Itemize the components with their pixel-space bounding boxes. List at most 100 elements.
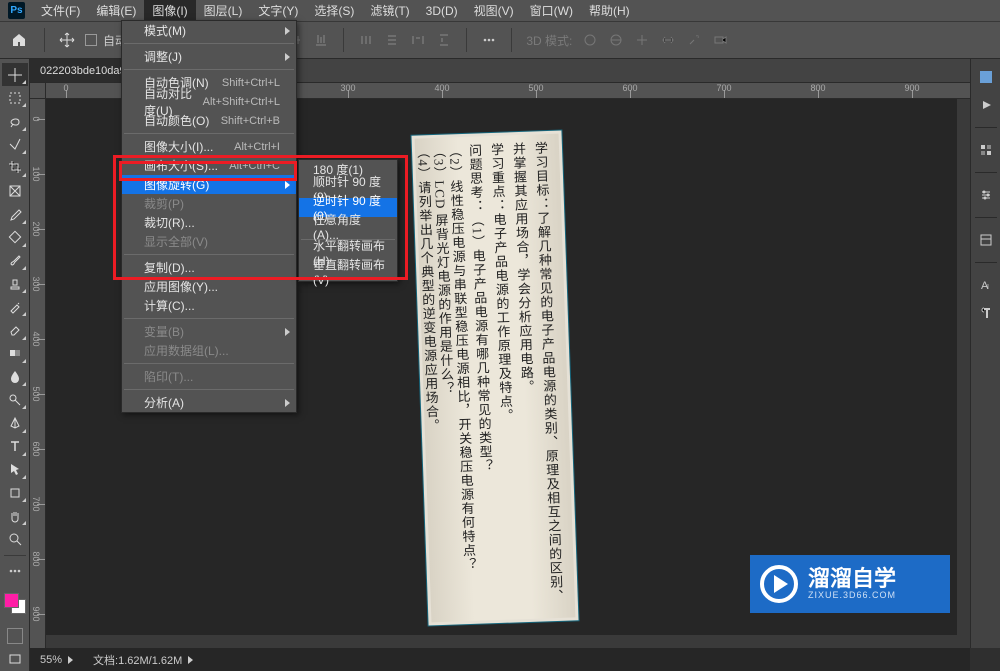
panel-swatches-icon[interactable] [974, 138, 998, 162]
horizontal-scrollbar[interactable] [46, 635, 970, 648]
chevron-right-icon [188, 656, 193, 664]
menu-help[interactable]: 帮助(H) [581, 0, 638, 22]
eraser-tool[interactable] [2, 318, 28, 341]
menu-file[interactable]: 文件(F) [33, 0, 88, 22]
menu-item-shortcut: Alt+Ctrl+I [234, 141, 280, 153]
menu-item-label: 显示全部(V) [144, 233, 208, 250]
path-select-tool[interactable] [2, 458, 28, 481]
menu-edit[interactable]: 编辑(E) [88, 0, 144, 22]
menu-item-A[interactable]: 分析(A) [122, 393, 296, 412]
zoom-3d-icon[interactable] [686, 32, 702, 48]
menu-item-label: 调整(J) [144, 48, 182, 65]
zoom-level[interactable]: 55% [40, 654, 73, 666]
menu-image[interactable]: 图像(I) [144, 0, 195, 22]
menu-item-O[interactable]: 自动颜色(O)Shift+Ctrl+B [122, 111, 296, 130]
distribute-h-icon[interactable] [358, 32, 374, 48]
pen-tool[interactable] [2, 411, 28, 434]
menu-item-J[interactable]: 调整(J) [122, 47, 296, 66]
menu-item-label: 图像旋转(G) [144, 176, 209, 193]
panel-libraries-icon[interactable] [974, 228, 998, 252]
gradient-tool[interactable] [2, 342, 28, 365]
menu-item-S[interactable]: 画布大小(S)...Alt+Ctrl+C [122, 156, 296, 175]
stamp-tool[interactable] [2, 272, 28, 295]
menu-item-D[interactable]: 复制(D)... [122, 258, 296, 277]
move-tool[interactable] [2, 63, 28, 86]
blur-tool[interactable] [2, 365, 28, 388]
quick-mask-toggle[interactable] [7, 628, 23, 644]
crop-tool[interactable] [2, 156, 28, 179]
slide-3d-icon[interactable] [660, 32, 676, 48]
history-brush-tool[interactable] [2, 295, 28, 318]
watermark-badge: 溜溜自学 ZIXUE.3D66.COM [750, 555, 950, 613]
document-info[interactable]: 文档:1.62M/1.62M [93, 652, 193, 668]
lasso-tool[interactable] [2, 109, 28, 132]
menu-item-V: 显示全部(V) [122, 232, 296, 251]
fg-color-swatch[interactable] [4, 593, 19, 608]
watermark-subtitle: ZIXUE.3D66.COM [808, 590, 896, 600]
panel-color-icon[interactable] [974, 65, 998, 89]
panel-adjustments-icon[interactable] [974, 183, 998, 207]
tools-panel [0, 59, 30, 671]
menu-select[interactable]: 选择(S) [306, 0, 362, 22]
watermark-title: 溜溜自学 [808, 568, 896, 590]
healing-tool[interactable] [2, 226, 28, 249]
shape-tool[interactable] [2, 481, 28, 504]
menu-item-label: 变量(B) [144, 323, 184, 340]
brush-tool[interactable] [2, 249, 28, 272]
menu-view[interactable]: 视图(V) [466, 0, 522, 22]
submenu-arrow-icon [285, 27, 290, 35]
chevron-right-icon [68, 656, 73, 664]
menu-item-P: 裁剪(P) [122, 194, 296, 213]
frame-tool[interactable] [2, 179, 28, 202]
distribute-spacing-v-icon[interactable] [436, 32, 452, 48]
menu-3d[interactable]: 3D(D) [418, 1, 466, 21]
zoom-tool[interactable] [2, 527, 28, 550]
marquee-tool[interactable] [2, 86, 28, 109]
move-tool-icon [59, 32, 75, 48]
distribute-v-icon[interactable] [384, 32, 400, 48]
rotate-item-A[interactable]: 任意角度(A)... [299, 217, 397, 236]
eyedropper-tool[interactable] [2, 202, 28, 225]
roll-3d-icon[interactable] [608, 32, 624, 48]
menu-filter[interactable]: 滤镜(T) [362, 0, 417, 22]
menu-item-C[interactable]: 计算(C)... [122, 296, 296, 315]
menu-layer[interactable]: 图层(L) [196, 0, 251, 22]
menu-item-shortcut: Alt+Ctrl+C [229, 160, 280, 172]
menu-item-G[interactable]: 图像旋转(G) [122, 175, 296, 194]
document-canvas[interactable]: 学习目标：了解几种常见的电子产品电源的类别、原理及相互之间的区别、 并掌握其应用… [411, 131, 578, 626]
camera-3d-icon[interactable] [712, 32, 728, 48]
color-swatches[interactable] [4, 593, 26, 614]
menu-item-I[interactable]: 图像大小(I)...Alt+Ctrl+I [122, 137, 296, 156]
menu-item-label: 垂直翻转画布(V) [313, 256, 385, 287]
menu-type[interactable]: 文字(Y) [250, 0, 306, 22]
align-bottom-icon[interactable] [313, 32, 329, 48]
more-icon[interactable] [481, 32, 497, 48]
menu-item-U[interactable]: 自动对比度(U)Alt+Shift+Ctrl+L [122, 92, 296, 111]
distribute-spacing-h-icon[interactable] [410, 32, 426, 48]
edit-toolbar-icon[interactable] [2, 560, 28, 583]
menu-item-label: 计算(C)... [144, 297, 195, 314]
type-tool[interactable] [2, 435, 28, 458]
status-bar: 55% 文档:1.62M/1.62M [30, 648, 970, 671]
hand-tool[interactable] [2, 504, 28, 527]
orbit-3d-icon[interactable] [582, 32, 598, 48]
menu-item-M[interactable]: 模式(M) [122, 21, 296, 40]
menu-item-label: 裁切(R)... [144, 214, 195, 231]
vertical-scrollbar[interactable] [957, 99, 970, 635]
menu-item-label: 复制(D)... [144, 259, 195, 276]
panel-play-icon[interactable] [974, 93, 998, 117]
panel-paragraph-icon[interactable] [974, 301, 998, 325]
right-panels: AI [970, 59, 1000, 648]
rotate-item-V[interactable]: 垂直翻转画布(V) [299, 262, 397, 281]
menu-item-label: 分析(A) [144, 394, 184, 411]
home-button[interactable] [8, 29, 30, 51]
ruler-vertical[interactable]: 01002003004005006007008009001000 [30, 99, 46, 648]
panel-character-icon[interactable]: AI [974, 273, 998, 297]
menu-item-Y[interactable]: 应用图像(Y)... [122, 277, 296, 296]
menu-item-R[interactable]: 裁切(R)... [122, 213, 296, 232]
quick-select-tool[interactable] [2, 133, 28, 156]
screen-mode-toggle[interactable] [2, 648, 28, 671]
pan-3d-icon[interactable] [634, 32, 650, 48]
dodge-tool[interactable] [2, 388, 28, 411]
menu-window[interactable]: 窗口(W) [522, 0, 581, 22]
